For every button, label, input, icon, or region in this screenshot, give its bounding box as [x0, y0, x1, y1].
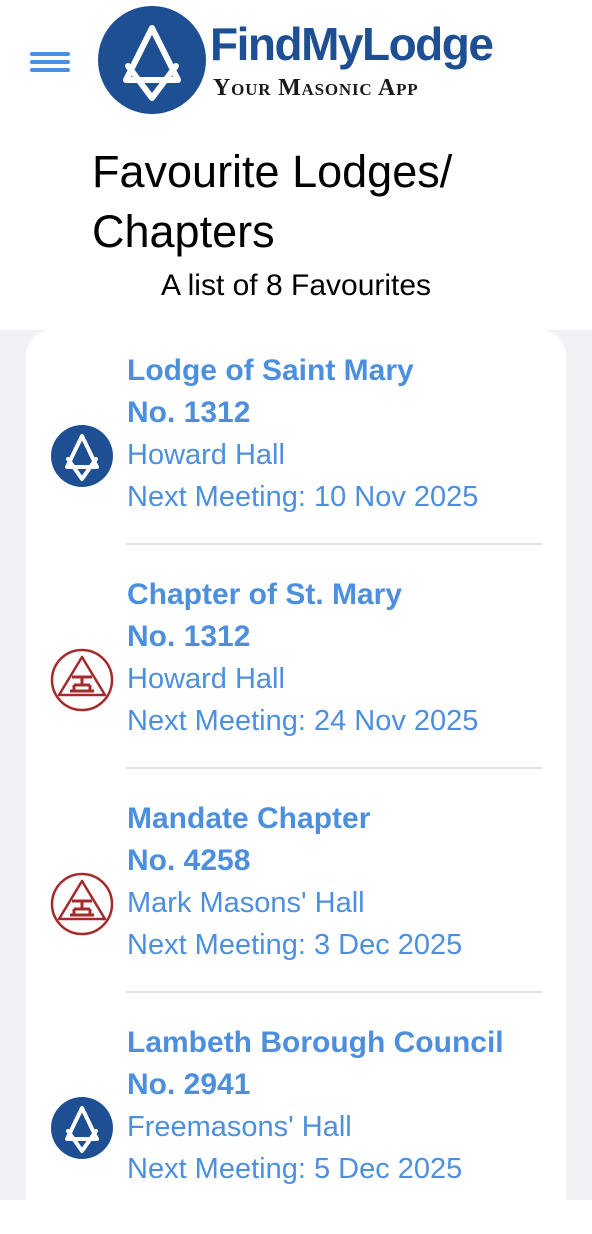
- next-meeting-date: Next Meeting: 3 Dec 2025: [127, 929, 463, 961]
- list-divider: [126, 991, 542, 993]
- square-compasses-icon: [51, 425, 113, 487]
- triple-tau-icon: [50, 872, 114, 936]
- app-header: FindMyLodge Your Masonic App Favourite L…: [0, 0, 592, 330]
- favourites-list: Lodge of Saint Mary No. 1312 Howard Hall…: [26, 330, 566, 1230]
- findmylodge-logo-icon: [98, 6, 206, 114]
- lodge-number: No. 2941: [127, 1068, 251, 1101]
- page-subtitle: A list of 8 Favourites: [160, 269, 432, 302]
- favourite-list-item[interactable]: Lambeth Borough Council No. 2941 Freemas…: [26, 1010, 566, 1234]
- page-title: Favourite Lodges/ Chapters: [92, 146, 453, 257]
- chapter-name: Chapter of St. Mary: [127, 578, 403, 611]
- menu-line: [30, 68, 70, 72]
- next-meeting-date: Next Meeting: 24 Nov 2025: [127, 705, 479, 737]
- chapter-name: Mandate Chapter: [127, 802, 371, 835]
- chapter-venue: Howard Hall: [127, 663, 285, 695]
- favourites-list-area: Lodge of Saint Mary No. 1312 Howard Hall…: [0, 330, 592, 1230]
- lodge-name: Lodge of Saint Mary: [127, 354, 414, 387]
- favourite-list-item[interactable]: Chapter of St. Mary No. 1312 Howard Hall…: [26, 562, 566, 786]
- lodge-name: Lambeth Borough Council: [127, 1026, 504, 1059]
- menu-line: [30, 60, 70, 64]
- brand-name: FindMyLodge: [210, 18, 494, 70]
- favourite-list-item[interactable]: Mandate Chapter No. 4258 Mark Masons' Ha…: [26, 786, 566, 1010]
- list-divider: [126, 543, 542, 545]
- chapter-number: No. 4258: [127, 844, 251, 877]
- triple-tau-icon: [50, 648, 114, 712]
- lodge-venue: Freemasons' Hall: [127, 1111, 352, 1143]
- square-compasses-icon: [51, 1097, 113, 1159]
- chapter-number: No. 1312: [127, 620, 251, 653]
- lodge-venue: Howard Hall: [127, 439, 285, 471]
- hamburger-menu-icon[interactable]: [30, 50, 72, 76]
- brand-tagline: Your Masonic App: [213, 75, 419, 101]
- chapter-venue: Mark Masons' Hall: [127, 887, 365, 919]
- next-meeting-date: Next Meeting: 10 Nov 2025: [127, 481, 479, 513]
- list-divider: [126, 767, 542, 769]
- menu-line: [30, 52, 70, 56]
- favourite-list-item[interactable]: Lodge of Saint Mary No. 1312 Howard Hall…: [26, 338, 566, 562]
- lodge-number: No. 1312: [127, 396, 251, 429]
- next-meeting-date: Next Meeting: 5 Dec 2025: [127, 1153, 463, 1185]
